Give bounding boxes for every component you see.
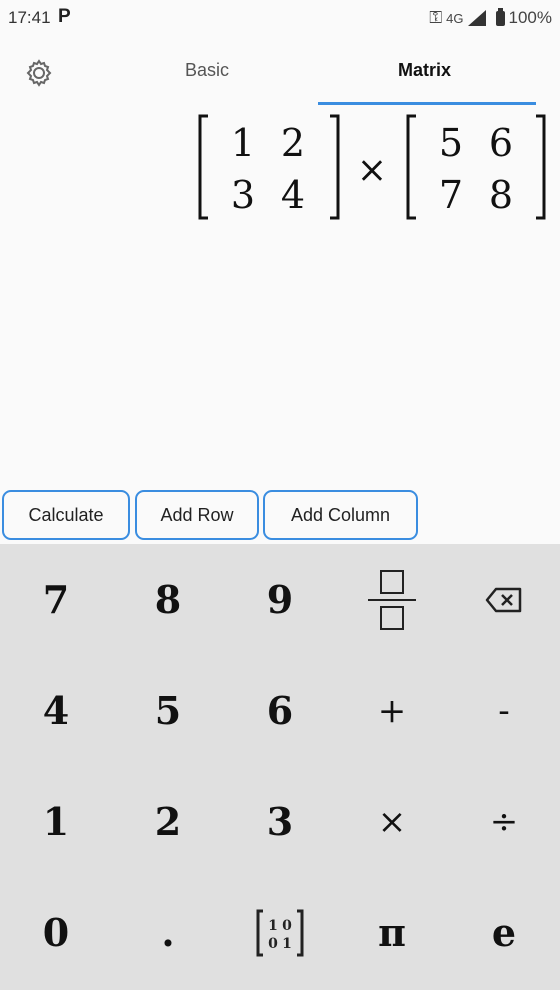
identity-matrix-icon: 1 0 0 1 [256, 909, 304, 956]
keypad: 7 8 9 4 5 6 + - 1 2 3 × ÷ 0 . 1 0 0 1 π … [0, 544, 560, 990]
identity-cell: 1 [282, 936, 292, 952]
key-0[interactable]: 0 [0, 877, 112, 988]
key-times[interactable]: × [336, 766, 448, 877]
matrix-expression[interactable]: 1 2 3 4 × 5 6 7 8 [0, 108, 560, 228]
key-identity-matrix[interactable]: 1 0 0 1 [224, 877, 336, 988]
add-row-button[interactable]: Add Row [135, 490, 259, 540]
fraction-icon [368, 569, 416, 630]
identity-cell: 0 [268, 936, 278, 952]
identity-cell: 0 [282, 918, 292, 934]
key-dot[interactable]: . [112, 877, 224, 988]
key-e[interactable]: e [448, 877, 560, 988]
key-8[interactable]: 8 [112, 544, 224, 655]
key-6[interactable]: 6 [224, 655, 336, 766]
matrix-b-cell: 7 [439, 173, 463, 217]
signal-icon [467, 10, 486, 26]
key-2[interactable]: 2 [112, 766, 224, 877]
matrix-a-cell: 1 [231, 121, 255, 165]
matrix-a-brackets [198, 114, 340, 220]
battery-icon [495, 7, 505, 26]
matrix-b-cell: 6 [489, 121, 513, 165]
add-column-button[interactable]: Add Column [263, 490, 418, 540]
key-9[interactable]: 9 [224, 544, 336, 655]
network-type: 4G [446, 10, 464, 26]
status-right: ⚿ 4G 100% [429, 7, 552, 28]
backspace-icon [485, 587, 522, 612]
multiply-operator: × [357, 150, 387, 191]
matrix-a-cell: 2 [281, 121, 305, 165]
tab-basic[interactable]: Basic [185, 60, 229, 81]
matrix-a-cell: 3 [231, 173, 255, 217]
key-divide[interactable]: ÷ [448, 766, 560, 877]
identity-cell: 1 [268, 918, 278, 934]
tab-matrix[interactable]: Matrix [398, 60, 451, 81]
key-1[interactable]: 1 [0, 766, 112, 877]
key-icon: ⚿ [429, 8, 443, 27]
key-backspace[interactable] [448, 544, 560, 655]
matrix-b-cell: 5 [439, 121, 463, 165]
parking-app-icon: P [58, 6, 71, 27]
matrix-a-cell: 4 [281, 173, 305, 217]
matrix-b-brackets [406, 114, 546, 220]
key-7[interactable]: 7 [0, 544, 112, 655]
status-bar: 17:41 P ⚿ 4G 100% [0, 0, 560, 36]
active-tab-indicator [318, 102, 536, 105]
settings-gear-icon[interactable] [24, 58, 54, 88]
key-minus[interactable]: - [448, 655, 560, 766]
key-plus[interactable]: + [336, 655, 448, 766]
key-pi[interactable]: π [336, 877, 448, 988]
key-fraction[interactable] [336, 544, 448, 655]
key-5[interactable]: 5 [112, 655, 224, 766]
key-4[interactable]: 4 [0, 655, 112, 766]
battery-percent: 100% [508, 8, 552, 27]
calculate-button[interactable]: Calculate [2, 490, 130, 540]
status-time: 17:41 [8, 8, 51, 27]
matrix-b-cell: 8 [489, 173, 513, 217]
key-3[interactable]: 3 [224, 766, 336, 877]
